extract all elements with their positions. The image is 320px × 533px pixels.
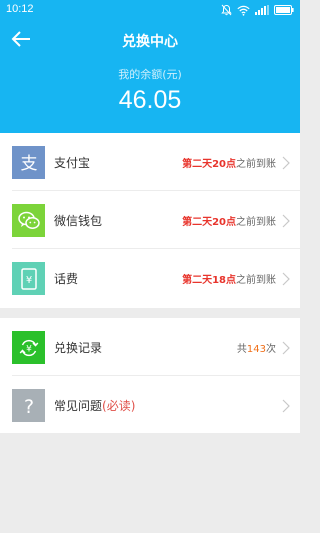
arrival-highlight: 第二天20点 xyxy=(182,217,236,228)
records-faq-list: ¥ 兑换记录 共143次 ? 常见问题(必读) xyxy=(0,318,300,433)
alipay-icon: 支 xyxy=(12,146,45,179)
status-bar: 10:12 xyxy=(0,0,300,22)
payout-row-alipay[interactable]: 支 支付宝 第二天20点之前到账 xyxy=(0,133,300,191)
header: 10:12 兑换中心 我的余额(元) 46.05 xyxy=(0,0,300,133)
records-label: 兑换记录 xyxy=(54,341,103,355)
payout-row-wechat[interactable]: 微信钱包 第二天20点之前到账 xyxy=(0,191,300,249)
count-prefix: 共 xyxy=(236,344,247,355)
count-suffix: 次 xyxy=(266,344,276,355)
alarm-off-icon xyxy=(221,4,232,16)
exchange-records-row[interactable]: ¥ 兑换记录 共143次 xyxy=(0,318,300,376)
svg-text:¥: ¥ xyxy=(25,275,31,286)
payout-label: 微信钱包 xyxy=(54,214,103,228)
balance-label: 我的余额(元) xyxy=(118,68,182,81)
payout-methods-list: 支 支付宝 第二天20点之前到账 微信钱包 第二天20点之前到账 ¥ 话费 第二… xyxy=(0,133,300,308)
arrival-highlight: 第二天18点 xyxy=(182,275,236,286)
svg-text:¥: ¥ xyxy=(26,344,32,354)
faq-label-text: 常见问题 xyxy=(54,399,103,413)
arrival-time: 第二天18点之前到账 xyxy=(182,271,276,286)
chevron-right-icon xyxy=(282,271,290,286)
payout-label: 话费 xyxy=(54,272,79,286)
chevron-right-icon xyxy=(282,398,290,413)
svg-text:?: ? xyxy=(23,396,33,418)
chevron-right-icon xyxy=(282,213,290,228)
status-icons xyxy=(221,2,294,18)
records-count: 共143次 xyxy=(237,340,276,355)
wechat-icon xyxy=(12,204,45,237)
phone-bill-icon: ¥ xyxy=(12,262,45,295)
chevron-right-icon xyxy=(282,340,290,355)
arrival-suffix: 之前到账 xyxy=(236,217,276,228)
question-icon: ? xyxy=(12,389,45,422)
faq-label-accent: (必读) xyxy=(102,399,136,413)
arrival-highlight: 第二天20点 xyxy=(182,159,236,170)
balance-value: 46.05 xyxy=(118,86,182,114)
arrival-suffix: 之前到账 xyxy=(236,159,276,170)
status-time: 10:12 xyxy=(6,3,34,15)
arrival-suffix: 之前到账 xyxy=(236,275,276,286)
wifi-icon xyxy=(237,5,250,16)
faq-label: 常见问题(必读) xyxy=(54,397,135,414)
page-title: 兑换中心 xyxy=(122,34,178,50)
battery-icon xyxy=(274,5,294,15)
chevron-right-icon xyxy=(282,155,290,170)
exchange-record-icon: ¥ xyxy=(12,331,45,364)
payout-label: 支付宝 xyxy=(54,156,91,170)
arrival-time: 第二天20点之前到账 xyxy=(182,213,276,228)
arrival-time: 第二天20点之前到账 xyxy=(182,155,276,170)
count-value: 143 xyxy=(246,344,266,355)
faq-row[interactable]: ? 常见问题(必读) xyxy=(0,376,300,434)
svg-text:支: 支 xyxy=(20,154,37,174)
payout-row-phone-bill[interactable]: ¥ 话费 第二天18点之前到账 xyxy=(0,249,300,307)
signal-icon xyxy=(255,5,269,15)
